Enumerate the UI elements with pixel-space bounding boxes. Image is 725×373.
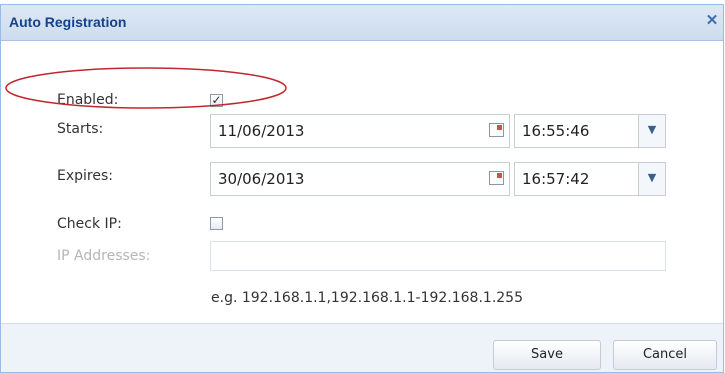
chevron-down-icon[interactable]: ▼ — [638, 115, 665, 147]
dialog-body: Enabled: ✓ Starts: 11/06/2013 16:55:46 ▼… — [1, 41, 723, 323]
starts-date-field[interactable]: 11/06/2013 — [210, 114, 510, 148]
close-icon[interactable]: ✕ — [705, 13, 719, 29]
expires-date-field[interactable]: 30/06/2013 — [210, 162, 510, 196]
expires-label: Expires: — [57, 168, 113, 184]
save-button[interactable]: Save — [493, 340, 601, 370]
ip-format-hint: e.g. 192.168.1.1,192.168.1.1-192.168.1.2… — [211, 290, 523, 306]
starts-date-value: 11/06/2013 — [218, 122, 305, 140]
chevron-down-icon[interactable]: ▼ — [638, 163, 665, 195]
calendar-icon[interactable] — [489, 123, 504, 137]
auto-registration-dialog: Auto Registration ✕ Enabled: ✓ Starts: 1… — [0, 4, 724, 373]
expires-date-value: 30/06/2013 — [218, 170, 305, 188]
cancel-button[interactable]: Cancel — [613, 340, 717, 370]
check-icon: ✓ — [211, 93, 222, 107]
expires-time-value: 16:57:42 — [522, 170, 590, 188]
dialog-footer: Save Cancel — [1, 323, 723, 372]
starts-time-field[interactable]: 16:55:46 ▼ — [514, 114, 666, 148]
ip-addresses-input[interactable] — [210, 241, 666, 271]
enabled-label: Enabled: — [57, 92, 119, 108]
starts-time-value: 16:55:46 — [522, 122, 590, 140]
dialog-titlebar[interactable]: Auto Registration ✕ — [1, 5, 723, 41]
check-ip-checkbox[interactable] — [210, 217, 223, 230]
check-ip-label: Check IP: — [57, 216, 122, 232]
calendar-icon[interactable] — [489, 171, 504, 185]
enabled-checkbox[interactable]: ✓ — [210, 94, 223, 107]
ip-addresses-label: IP Addresses: — [57, 248, 151, 264]
dialog-title: Auto Registration — [9, 14, 127, 30]
starts-label: Starts: — [57, 121, 104, 137]
expires-time-field[interactable]: 16:57:42 ▼ — [514, 162, 666, 196]
